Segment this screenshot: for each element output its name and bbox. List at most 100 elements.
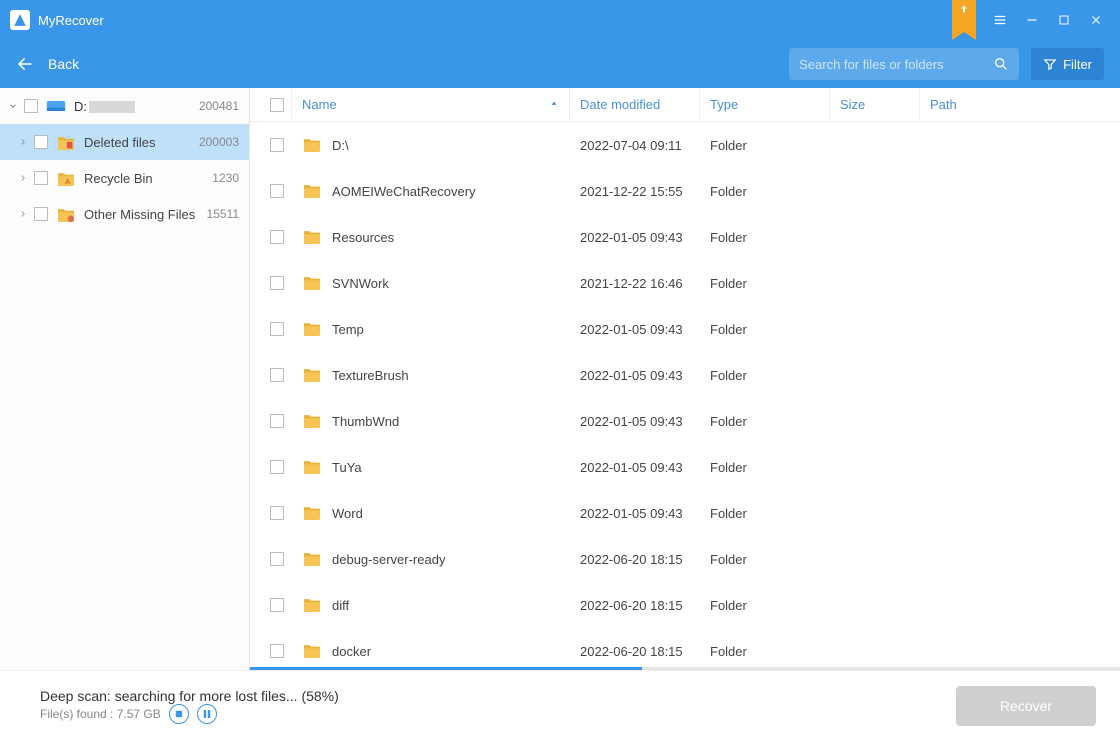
header-name[interactable]: Name	[292, 88, 570, 121]
back-button[interactable]: Back	[16, 55, 79, 73]
scan-progress	[250, 667, 1120, 670]
row-checkbox[interactable]	[270, 138, 284, 152]
row-checkbox[interactable]	[270, 230, 284, 244]
back-arrow-icon	[16, 55, 34, 73]
table-row[interactable]: debug-server-ready2022-06-20 18:15Folder	[250, 536, 1120, 582]
row-type: Folder	[700, 276, 830, 291]
row-checkbox[interactable]	[270, 506, 284, 520]
row-checkbox[interactable]	[270, 460, 284, 474]
row-checkbox[interactable]	[270, 552, 284, 566]
upgrade-badge[interactable]	[952, 0, 976, 40]
folder-icon	[302, 642, 322, 661]
caret-down-icon[interactable]	[6, 101, 20, 111]
caret-right-icon[interactable]	[16, 209, 30, 219]
drive-checkbox[interactable]	[24, 99, 38, 113]
item-checkbox[interactable]	[34, 171, 48, 185]
toolbar: Back Filter	[0, 40, 1120, 88]
sidebar-item-count: 1230	[206, 171, 239, 185]
header-date[interactable]: Date modified	[570, 88, 700, 121]
item-checkbox[interactable]	[34, 135, 48, 149]
menu-button[interactable]	[986, 6, 1014, 34]
search-input[interactable]	[799, 57, 993, 72]
maximize-icon	[1058, 14, 1070, 26]
row-checkbox[interactable]	[270, 368, 284, 382]
row-name: TuYa	[292, 458, 570, 477]
pause-button[interactable]	[197, 704, 217, 724]
maximize-button[interactable]	[1050, 6, 1078, 34]
folder-icon	[302, 320, 322, 339]
header-type[interactable]: Type	[700, 88, 830, 121]
row-checkbox[interactable]	[270, 644, 284, 658]
folder-recycle-icon	[56, 169, 76, 187]
pause-icon	[203, 710, 211, 718]
header-size[interactable]: Size	[830, 88, 920, 121]
row-checkbox[interactable]	[270, 322, 284, 336]
row-type: Folder	[700, 230, 830, 245]
table-row[interactable]: SVNWork2021-12-22 16:46Folder	[250, 260, 1120, 306]
row-name: Temp	[292, 320, 570, 339]
stop-button[interactable]	[169, 704, 189, 724]
row-type: Folder	[700, 184, 830, 199]
stop-icon	[175, 710, 183, 718]
header-checkbox[interactable]	[262, 88, 292, 121]
folder-missing-icon	[56, 205, 76, 223]
table-row[interactable]: Temp2022-01-05 09:43Folder	[250, 306, 1120, 352]
table-row[interactable]: AOMEIWeChatRecovery2021-12-22 15:55Folde…	[250, 168, 1120, 214]
folder-icon	[302, 136, 322, 155]
search-icon[interactable]	[993, 56, 1009, 72]
folder-icon	[302, 504, 322, 523]
footer: Deep scan: searching for more lost files…	[0, 670, 1120, 740]
close-icon	[1090, 14, 1102, 26]
row-date: 2021-12-22 16:46	[570, 276, 700, 291]
recover-button[interactable]: Recover	[956, 686, 1096, 726]
tree-drive-row[interactable]: D: 200481	[0, 88, 249, 124]
row-checkbox[interactable]	[270, 184, 284, 198]
table-row[interactable]: TextureBrush2022-01-05 09:43Folder	[250, 352, 1120, 398]
row-name: D:\	[292, 136, 570, 155]
sort-asc-icon	[549, 97, 559, 112]
table-row[interactable]: diff2022-06-20 18:15Folder	[250, 582, 1120, 628]
caret-right-icon[interactable]	[16, 137, 30, 147]
row-checkbox[interactable]	[270, 276, 284, 290]
row-type: Folder	[700, 644, 830, 659]
close-button[interactable]	[1082, 6, 1110, 34]
app-logo	[10, 10, 30, 30]
file-rows[interactable]: D:\2022-07-04 09:11FolderAOMEIWeChatReco…	[250, 122, 1120, 667]
scan-status-text: Deep scan: searching for more lost files…	[40, 688, 956, 704]
table-row[interactable]: ThumbWnd2022-01-05 09:43Folder	[250, 398, 1120, 444]
search-box[interactable]	[789, 48, 1019, 80]
table-row[interactable]: docker2022-06-20 18:15Folder	[250, 628, 1120, 667]
row-type: Folder	[700, 598, 830, 613]
sidebar-item[interactable]: Deleted files200003	[0, 124, 249, 160]
row-date: 2022-01-05 09:43	[570, 368, 700, 383]
sidebar-item[interactable]: Other Missing Files15511	[0, 196, 249, 232]
folder-icon	[302, 228, 322, 247]
table-row[interactable]: TuYa2022-01-05 09:43Folder	[250, 444, 1120, 490]
filter-label: Filter	[1063, 57, 1092, 72]
filter-icon	[1043, 57, 1057, 71]
row-name: Resources	[292, 228, 570, 247]
row-checkbox[interactable]	[270, 414, 284, 428]
row-type: Folder	[700, 368, 830, 383]
row-name: debug-server-ready	[292, 550, 570, 569]
header-path[interactable]: Path	[920, 88, 1120, 121]
caret-right-icon[interactable]	[16, 173, 30, 183]
row-checkbox[interactable]	[270, 598, 284, 612]
table-row[interactable]: D:\2022-07-04 09:11Folder	[250, 122, 1120, 168]
table-row[interactable]: Word2022-01-05 09:43Folder	[250, 490, 1120, 536]
sidebar-item[interactable]: Recycle Bin1230	[0, 160, 249, 196]
row-type: Folder	[700, 506, 830, 521]
row-name: AOMEIWeChatRecovery	[292, 182, 570, 201]
status-area: Deep scan: searching for more lost files…	[0, 688, 956, 724]
minimize-button[interactable]	[1018, 6, 1046, 34]
row-type: Folder	[700, 138, 830, 153]
row-date: 2022-06-20 18:15	[570, 598, 700, 613]
folder-icon	[302, 182, 322, 201]
item-checkbox[interactable]	[34, 207, 48, 221]
table-row[interactable]: Resources2022-01-05 09:43Folder	[250, 214, 1120, 260]
row-name: diff	[292, 596, 570, 615]
folder-icon	[302, 458, 322, 477]
row-type: Folder	[700, 322, 830, 337]
upload-icon	[958, 4, 970, 16]
filter-button[interactable]: Filter	[1031, 48, 1104, 80]
